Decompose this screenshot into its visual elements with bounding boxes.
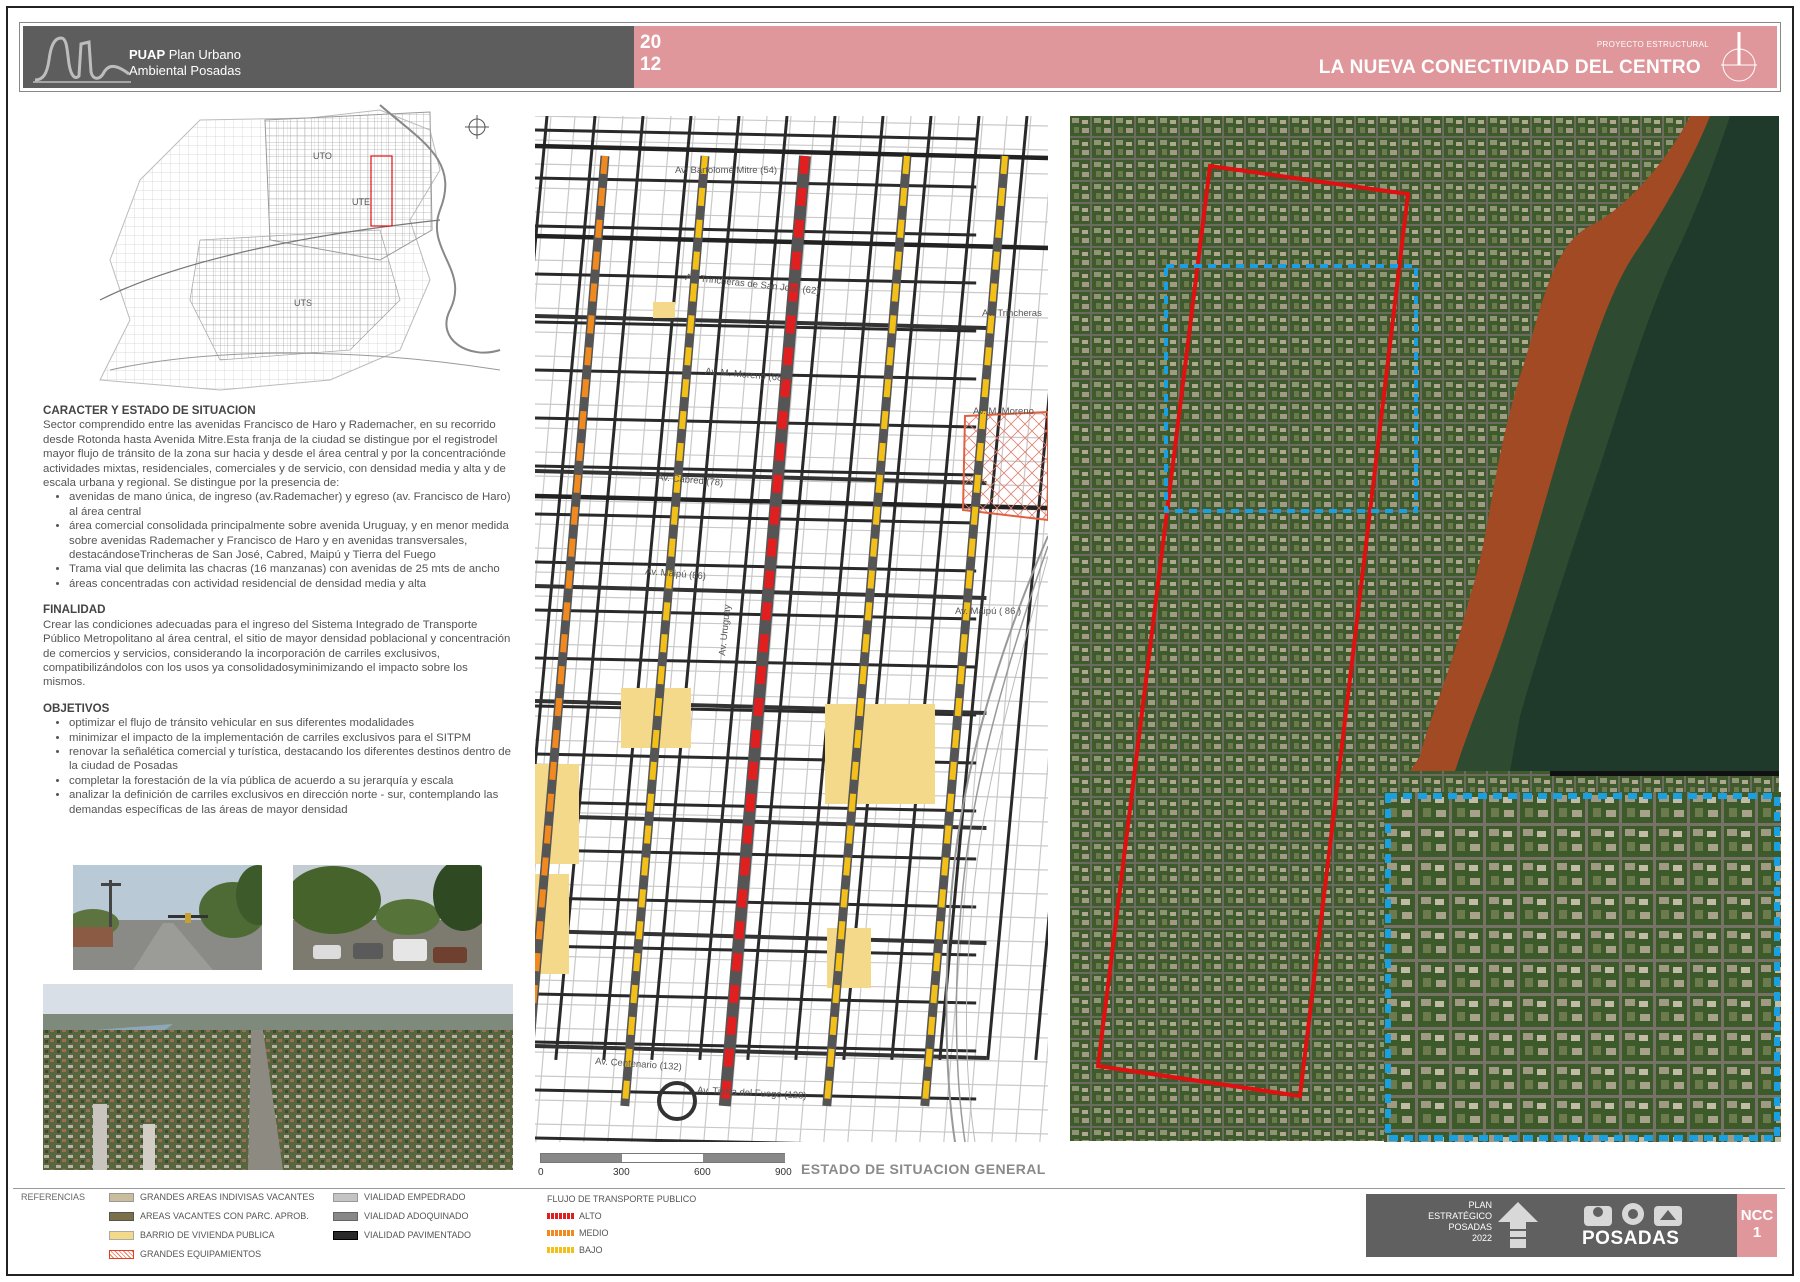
puap-logo-icon xyxy=(33,36,131,83)
zone-label-uto: UTO xyxy=(313,151,332,161)
housing-block xyxy=(535,764,579,864)
scale-label: 900 xyxy=(775,1167,792,1178)
caracter-body: Sector comprendido entre las avenidas Fr… xyxy=(43,419,506,490)
objetivos-list: optimizar el flujo de tránsito vehicular… xyxy=(69,716,513,817)
zone-label-uts: UTS xyxy=(294,298,312,308)
list-item: áreas concentradas con actividad residen… xyxy=(69,577,513,591)
flow-legend-item: MEDIO xyxy=(547,1228,609,1238)
sheet-code: NCC 1 xyxy=(1737,1194,1777,1257)
finalidad-heading: FINALIDAD xyxy=(43,603,106,617)
list-item: Trama vial que delimita las chacras (16 … xyxy=(69,562,513,576)
list-item: renovar la señalética comercial y turíst… xyxy=(69,745,513,774)
plan-estrategico-text: PLAN ESTRATÉGICO POSADAS 2022 xyxy=(1428,1200,1492,1243)
flow-legend-item: ALTO xyxy=(547,1211,602,1221)
logo-wordmark: PUAP Plan Urbano xyxy=(129,47,242,62)
legend-item: VIALIDAD PAVIMENTADO xyxy=(333,1230,471,1240)
objetivos-heading: OBJETIVOS xyxy=(43,701,110,715)
logo-subtitle: Ambiental Posadas xyxy=(129,63,242,78)
footer-logo-panel: PLAN ESTRATÉGICO POSADAS 2022 POSADAS xyxy=(1366,1194,1737,1257)
legend-swatch xyxy=(333,1230,358,1240)
street-label: Av. Uruguay xyxy=(717,604,733,657)
year-badge: 20 12 xyxy=(640,32,662,75)
housing-block xyxy=(653,302,675,318)
list-item: completar la forestación de la vía públi… xyxy=(69,774,513,788)
finalidad-body: Crear las condiciones adecuadas para el … xyxy=(43,618,511,689)
project-kicker: PROYECTO ESTRUCTURAL xyxy=(1596,40,1709,49)
plan-arrow-icon xyxy=(1498,1202,1538,1248)
legend-swatch xyxy=(547,1230,574,1236)
legend-swatch xyxy=(333,1192,358,1202)
street-photo-1 xyxy=(73,865,262,970)
scale-label: 0 xyxy=(538,1167,544,1178)
street-label: Av. M. Moreno xyxy=(973,406,1034,417)
caracter-list: avenidas de mano única, de ingreso (av.R… xyxy=(69,490,513,591)
list-item: optimizar el flujo de tránsito vehicular… xyxy=(69,716,513,730)
legend-item: GRANDES AREAS INDIVISAS VACANTES xyxy=(109,1192,314,1202)
legend-swatch xyxy=(333,1211,358,1221)
map-caption: ESTADO DE SITUACION GENERAL xyxy=(801,1161,1046,1177)
legend-swatch xyxy=(547,1213,574,1219)
list-item: minimizar el impacto de la implementació… xyxy=(69,731,513,745)
legend-title: REFERENCIAS xyxy=(21,1192,86,1202)
legend-item: VIALIDAD ADOQUINADO xyxy=(333,1211,469,1221)
street-photo-2 xyxy=(293,865,482,970)
posadas-wordmark: POSADAS xyxy=(1582,1228,1680,1249)
page-title: LA NUEVA CONECTIVIDAD DEL CENTRO xyxy=(1318,57,1701,78)
posadas-emblem-icon xyxy=(1584,1203,1682,1226)
street-label: Av. Tierra del Fuego (128) xyxy=(697,1085,807,1102)
legend-swatch xyxy=(109,1192,134,1202)
legend-swatch xyxy=(109,1230,134,1240)
location-map: UTO UTE UTS xyxy=(99,104,501,391)
scale-label: 300 xyxy=(613,1167,630,1178)
legend-swatch xyxy=(109,1211,134,1221)
scale-bar xyxy=(540,1153,785,1163)
street-label: Av. Maipú ( 86 ) xyxy=(955,606,1021,617)
legend-item: AREAS VACANTES CON PARC. APROB. xyxy=(109,1211,309,1221)
list-item: avenidas de mano única, de ingreso (av.R… xyxy=(69,490,513,519)
city-aerial-photo xyxy=(43,984,513,1170)
aerial-zoom-image xyxy=(1384,792,1781,1142)
header-title-panel: 20 12 PROYECTO ESTRUCTURAL LA NUEVA CONE… xyxy=(634,26,1777,88)
legend-item: VIALIDAD EMPEDRADO xyxy=(333,1192,466,1202)
street-label: Av. Trincheras xyxy=(982,308,1042,319)
scale-label: 600 xyxy=(694,1167,711,1178)
legend-swatch xyxy=(547,1247,574,1253)
situation-map: Av. Bartolomé Mitre (54) Av. Trincheras … xyxy=(535,116,1048,1142)
flow-legend-item: BAJO xyxy=(547,1245,603,1255)
legend-item: GRANDES EQUIPAMIENTOS xyxy=(109,1249,261,1259)
list-item: analizar la definición de carriles exclu… xyxy=(69,788,513,817)
description-text: CARACTER Y ESTADO DE SITUACION Sector co… xyxy=(43,404,513,817)
roundabout xyxy=(657,1081,697,1121)
legend-swatch xyxy=(109,1249,134,1259)
north-arrow-icon xyxy=(1721,32,1757,82)
housing-block xyxy=(825,704,935,804)
location-map-north-icon xyxy=(465,115,489,139)
header-logo-panel: PUAP Plan Urbano Ambiental Posadas xyxy=(23,26,634,88)
street-label: Av. M. Moreno (68) xyxy=(705,366,786,384)
list-item: área comercial consolidada principalment… xyxy=(69,519,513,562)
legend-item: BARRIO DE VIVIENDA PUBLICA xyxy=(109,1230,275,1240)
caracter-heading: CARACTER Y ESTADO DE SITUACION xyxy=(43,404,256,417)
street-label: Av. Bartolomé Mitre (54) xyxy=(675,165,777,176)
flow-legend-title: FLUJO DE TRANSPORTE PUBLICO xyxy=(547,1194,697,1204)
zone-label-ute: UTE xyxy=(352,197,370,207)
